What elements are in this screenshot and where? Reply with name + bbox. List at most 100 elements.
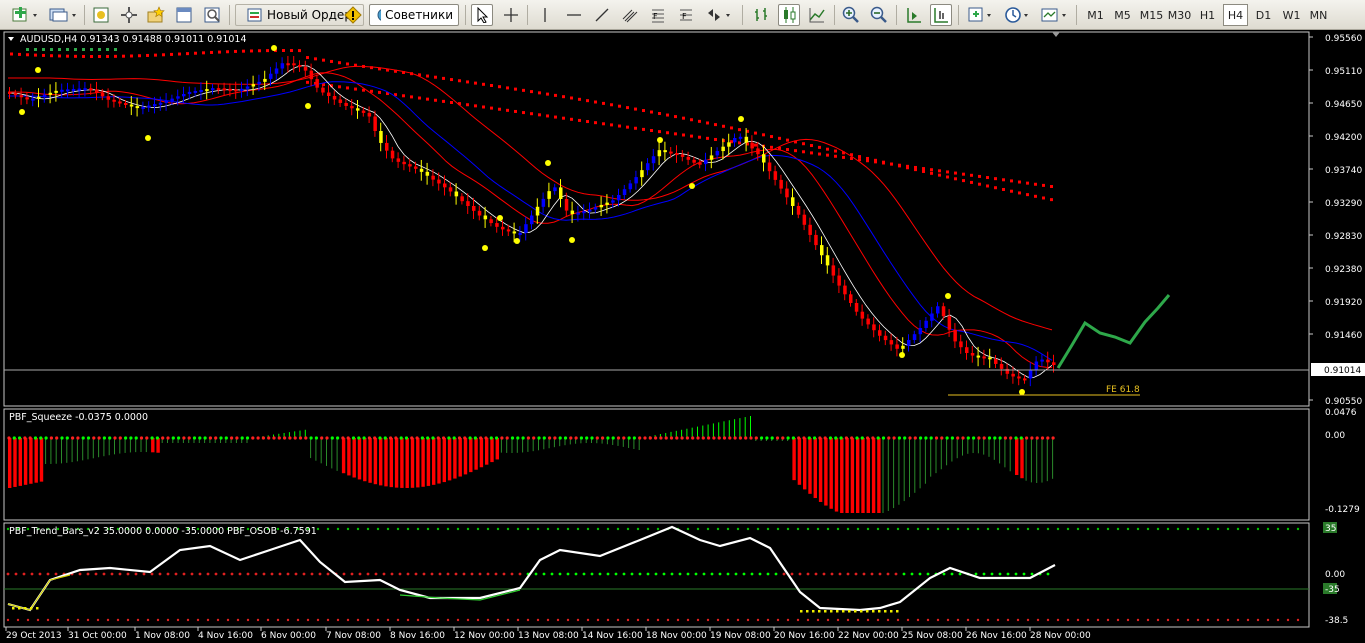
- separator: [896, 5, 897, 25]
- squeeze-dot: [1040, 436, 1045, 440]
- indicators-button[interactable]: [965, 4, 997, 26]
- templates-button[interactable]: [1038, 4, 1070, 26]
- fractal-dot: [19, 109, 25, 115]
- bar-chart-button[interactable]: [750, 4, 772, 26]
- squeeze-dot: [447, 436, 451, 440]
- trend-lower-dot: [1196, 618, 1200, 622]
- slow-ma-dot: [290, 49, 293, 53]
- candle-body: [106, 96, 111, 100]
- trendline-button[interactable]: [592, 4, 612, 26]
- candle-body: [924, 320, 928, 328]
- squeeze-dot: [341, 436, 345, 440]
- squeeze-axis-label: -0.1279: [1325, 505, 1360, 515]
- candle-body: [222, 88, 227, 91]
- fibonacci-button[interactable]: F: [648, 4, 668, 26]
- zoom-out-button[interactable]: [868, 4, 890, 26]
- crosshair-button[interactable]: [500, 4, 522, 26]
- trend-mid-dot: [702, 572, 706, 576]
- candle-body: [518, 232, 522, 235]
- periods-button[interactable]: [1002, 4, 1034, 26]
- slow-ma-dot: [994, 177, 997, 181]
- trend-lower-dot: [1236, 618, 1240, 622]
- cursor-button[interactable]: [471, 4, 493, 26]
- timeframe-m15[interactable]: M15: [1139, 4, 1164, 26]
- tester-button[interactable]: [201, 4, 223, 26]
- arrows-button[interactable]: [704, 4, 736, 26]
- squeeze-dot: [685, 436, 690, 440]
- trend-lower-dot: [786, 618, 790, 622]
- chart-shift-button[interactable]: [903, 4, 925, 26]
- market-watch-button[interactable]: [90, 4, 112, 26]
- trend-mid-dot: [678, 572, 682, 576]
- trend-mid-dot: [446, 572, 450, 576]
- candle-body: [54, 90, 58, 93]
- chart-area[interactable]: AUDUSD,H4 0.91343 0.91488 0.91011 0.9101…: [0, 30, 1365, 643]
- candle-body: [599, 204, 604, 208]
- trend-mid-dot: [902, 572, 906, 576]
- squeeze-bar: [813, 438, 817, 499]
- trend-lower-dot: [636, 618, 640, 622]
- trend-upper-dot: [456, 527, 460, 531]
- trend-mid-dot: [502, 572, 506, 576]
- squeeze-dot: [839, 436, 843, 440]
- squeeze-dot: [781, 436, 785, 440]
- trend-upper-dot: [876, 527, 880, 531]
- horizontal-line-button[interactable]: [564, 4, 584, 26]
- candle-body: [118, 101, 122, 104]
- timeframe-m1[interactable]: M1: [1083, 4, 1108, 26]
- squeeze-bar: [940, 438, 942, 470]
- slow-ma-dot: [706, 121, 709, 125]
- slow-ma-dot: [1018, 191, 1021, 195]
- squeeze-bar: [697, 426, 698, 438]
- squeeze-dot: [680, 436, 684, 440]
- squeeze-bar: [140, 438, 142, 453]
- squeeze-dot: [495, 436, 499, 440]
- fractal-dot: [569, 237, 575, 243]
- line-chart-button[interactable]: [806, 4, 828, 26]
- expert-advisors-button[interactable]: Советники: [369, 4, 459, 26]
- squeeze-dot: [738, 436, 743, 440]
- vertical-line-button[interactable]: [535, 4, 555, 26]
- data-window-button[interactable]: [118, 4, 140, 26]
- squeeze-dot: [977, 436, 981, 440]
- fibonacci-fan-button[interactable]: F: [676, 4, 696, 26]
- trend-mid-dot: [302, 572, 306, 576]
- autoscroll-button[interactable]: [930, 4, 952, 26]
- trend-mid-dot: [878, 572, 882, 576]
- zoom-in-button[interactable]: [840, 4, 862, 26]
- squeeze-dot: [744, 436, 748, 440]
- trend-upper-dot: [556, 527, 560, 531]
- timeframe-d1[interactable]: D1: [1251, 4, 1276, 26]
- squeeze-dot: [452, 436, 456, 440]
- alert-button[interactable]: [342, 4, 364, 26]
- timeframe-h4[interactable]: H4: [1223, 4, 1248, 26]
- trend-lower-dot: [966, 618, 970, 622]
- trend-mid-dot: [398, 572, 402, 576]
- timeframe-w1[interactable]: W1: [1279, 4, 1304, 26]
- navigator-button[interactable]: [145, 4, 167, 26]
- trend-lower-dot: [1216, 618, 1220, 622]
- squeeze-dot: [92, 436, 96, 440]
- new-chart-button[interactable]: [8, 4, 44, 26]
- squeeze-dot: [606, 436, 610, 440]
- timeframe-m5[interactable]: M5: [1110, 4, 1135, 26]
- timeframe-mn[interactable]: MN: [1306, 4, 1331, 26]
- squeeze-dot: [574, 436, 578, 440]
- timeframe-h1[interactable]: H1: [1195, 4, 1220, 26]
- slow-ma-dot: [34, 53, 37, 57]
- trend-lower-dot: [1046, 618, 1050, 622]
- profiles-button[interactable]: [46, 4, 80, 26]
- trend-mid-dot: [358, 572, 362, 576]
- trend-upper-dot: [896, 527, 900, 531]
- trend-mid-dot: [374, 572, 378, 576]
- squeeze-dot: [171, 436, 175, 440]
- candlestick-chart-button[interactable]: [778, 4, 800, 26]
- equidistant-channel-button[interactable]: [620, 4, 640, 26]
- timeframe-m30[interactable]: M30: [1167, 4, 1192, 26]
- time-label: 14 Nov 16:00: [582, 631, 643, 641]
- candle-body: [321, 87, 325, 93]
- squeeze-dot: [569, 436, 573, 440]
- terminal-button[interactable]: [173, 4, 195, 26]
- candle-body: [303, 66, 308, 71]
- candle-body: [205, 89, 209, 92]
